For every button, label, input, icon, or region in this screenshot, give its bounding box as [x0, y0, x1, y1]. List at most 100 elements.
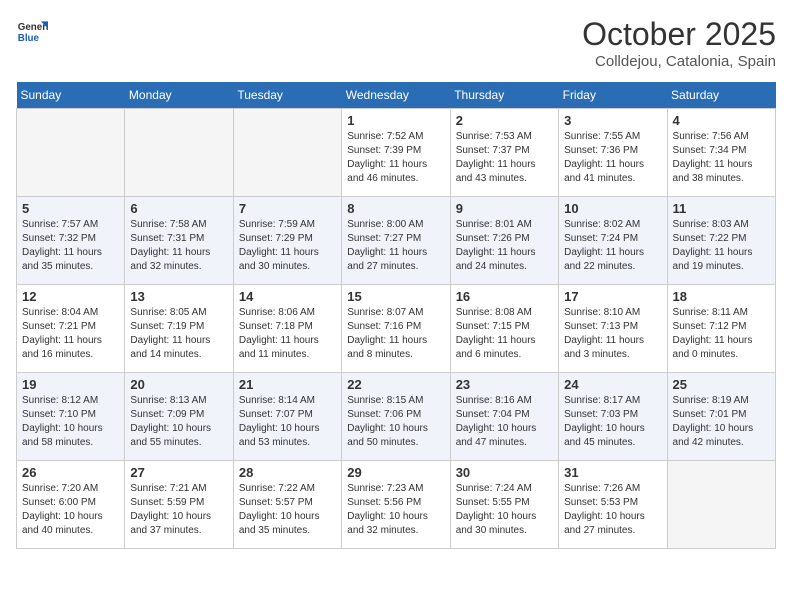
calendar-cell: 7 Sunrise: 7:59 AMSunset: 7:29 PMDayligh…: [233, 197, 341, 285]
cell-info: Sunrise: 7:58 AMSunset: 7:31 PMDaylight:…: [130, 218, 227, 274]
calendar-cell: 23 Sunrise: 8:16 AMSunset: 7:04 PMDaylig…: [450, 373, 558, 461]
calendar-cell: 13 Sunrise: 8:05 AMSunset: 7:19 PMDaylig…: [125, 285, 233, 373]
day-number: 12: [22, 289, 119, 304]
calendar-cell: 10 Sunrise: 8:02 AMSunset: 7:24 PMDaylig…: [559, 197, 667, 285]
header-day-saturday: Saturday: [667, 82, 775, 109]
calendar-cell: 6 Sunrise: 7:58 AMSunset: 7:31 PMDayligh…: [125, 197, 233, 285]
calendar-cell: 8 Sunrise: 8:00 AMSunset: 7:27 PMDayligh…: [342, 197, 450, 285]
week-row-3: 12 Sunrise: 8:04 AMSunset: 7:21 PMDaylig…: [17, 285, 776, 373]
location-title: Colldejou, Catalonia, Spain: [582, 53, 776, 70]
day-number: 25: [673, 377, 770, 392]
calendar-cell: 4 Sunrise: 7:56 AMSunset: 7:34 PMDayligh…: [667, 109, 775, 197]
day-number: 28: [239, 465, 336, 480]
calendar-cell: 18 Sunrise: 8:11 AMSunset: 7:12 PMDaylig…: [667, 285, 775, 373]
cell-info: Sunrise: 7:24 AMSunset: 5:55 PMDaylight:…: [456, 482, 553, 538]
cell-info: Sunrise: 8:02 AMSunset: 7:24 PMDaylight:…: [564, 218, 661, 274]
calendar-cell: 21 Sunrise: 8:14 AMSunset: 7:07 PMDaylig…: [233, 373, 341, 461]
day-number: 30: [456, 465, 553, 480]
day-number: 5: [22, 201, 119, 216]
header-day-wednesday: Wednesday: [342, 82, 450, 109]
calendar-cell: 31 Sunrise: 7:26 AMSunset: 5:53 PMDaylig…: [559, 461, 667, 549]
day-number: 21: [239, 377, 336, 392]
cell-info: Sunrise: 7:20 AMSunset: 6:00 PMDaylight:…: [22, 482, 119, 538]
cell-info: Sunrise: 8:07 AMSunset: 7:16 PMDaylight:…: [347, 306, 444, 362]
calendar-cell: 15 Sunrise: 8:07 AMSunset: 7:16 PMDaylig…: [342, 285, 450, 373]
header-row: SundayMondayTuesdayWednesdayThursdayFrid…: [17, 82, 776, 109]
calendar-cell: [125, 109, 233, 197]
calendar-cell: 16 Sunrise: 8:08 AMSunset: 7:15 PMDaylig…: [450, 285, 558, 373]
day-number: 7: [239, 201, 336, 216]
calendar-cell: 9 Sunrise: 8:01 AMSunset: 7:26 PMDayligh…: [450, 197, 558, 285]
day-number: 11: [673, 201, 770, 216]
day-number: 2: [456, 113, 553, 128]
day-number: 22: [347, 377, 444, 392]
cell-info: Sunrise: 7:22 AMSunset: 5:57 PMDaylight:…: [239, 482, 336, 538]
cell-info: Sunrise: 8:12 AMSunset: 7:10 PMDaylight:…: [22, 394, 119, 450]
cell-info: Sunrise: 7:21 AMSunset: 5:59 PMDaylight:…: [130, 482, 227, 538]
day-number: 18: [673, 289, 770, 304]
svg-text:Blue: Blue: [18, 33, 40, 44]
day-number: 16: [456, 289, 553, 304]
day-number: 29: [347, 465, 444, 480]
day-number: 19: [22, 377, 119, 392]
calendar-table: SundayMondayTuesdayWednesdayThursdayFrid…: [16, 82, 776, 549]
cell-info: Sunrise: 7:57 AMSunset: 7:32 PMDaylight:…: [22, 218, 119, 274]
day-number: 14: [239, 289, 336, 304]
cell-info: Sunrise: 8:13 AMSunset: 7:09 PMDaylight:…: [130, 394, 227, 450]
day-number: 4: [673, 113, 770, 128]
day-number: 9: [456, 201, 553, 216]
header-day-thursday: Thursday: [450, 82, 558, 109]
cell-info: Sunrise: 8:19 AMSunset: 7:01 PMDaylight:…: [673, 394, 770, 450]
calendar-cell: 14 Sunrise: 8:06 AMSunset: 7:18 PMDaylig…: [233, 285, 341, 373]
day-number: 8: [347, 201, 444, 216]
cell-info: Sunrise: 8:03 AMSunset: 7:22 PMDaylight:…: [673, 218, 770, 274]
calendar-cell: 29 Sunrise: 7:23 AMSunset: 5:56 PMDaylig…: [342, 461, 450, 549]
day-number: 6: [130, 201, 227, 216]
calendar-cell: 3 Sunrise: 7:55 AMSunset: 7:36 PMDayligh…: [559, 109, 667, 197]
day-number: 3: [564, 113, 661, 128]
calendar-cell: 1 Sunrise: 7:52 AMSunset: 7:39 PMDayligh…: [342, 109, 450, 197]
cell-info: Sunrise: 8:05 AMSunset: 7:19 PMDaylight:…: [130, 306, 227, 362]
calendar-cell: 30 Sunrise: 7:24 AMSunset: 5:55 PMDaylig…: [450, 461, 558, 549]
calendar-cell: [17, 109, 125, 197]
calendar-cell: [233, 109, 341, 197]
cell-info: Sunrise: 7:52 AMSunset: 7:39 PMDaylight:…: [347, 130, 444, 186]
calendar-cell: 24 Sunrise: 8:17 AMSunset: 7:03 PMDaylig…: [559, 373, 667, 461]
calendar-cell: 27 Sunrise: 7:21 AMSunset: 5:59 PMDaylig…: [125, 461, 233, 549]
cell-info: Sunrise: 8:04 AMSunset: 7:21 PMDaylight:…: [22, 306, 119, 362]
week-row-1: 1 Sunrise: 7:52 AMSunset: 7:39 PMDayligh…: [17, 109, 776, 197]
header-day-friday: Friday: [559, 82, 667, 109]
cell-info: Sunrise: 8:15 AMSunset: 7:06 PMDaylight:…: [347, 394, 444, 450]
day-number: 24: [564, 377, 661, 392]
cell-info: Sunrise: 8:11 AMSunset: 7:12 PMDaylight:…: [673, 306, 770, 362]
calendar-cell: 26 Sunrise: 7:20 AMSunset: 6:00 PMDaylig…: [17, 461, 125, 549]
cell-info: Sunrise: 8:00 AMSunset: 7:27 PMDaylight:…: [347, 218, 444, 274]
cell-info: Sunrise: 8:06 AMSunset: 7:18 PMDaylight:…: [239, 306, 336, 362]
cell-info: Sunrise: 8:10 AMSunset: 7:13 PMDaylight:…: [564, 306, 661, 362]
page-header: General Blue October 2025 Colldejou, Cat…: [16, 16, 776, 70]
cell-info: Sunrise: 7:26 AMSunset: 5:53 PMDaylight:…: [564, 482, 661, 538]
cell-info: Sunrise: 8:16 AMSunset: 7:04 PMDaylight:…: [456, 394, 553, 450]
calendar-cell: 19 Sunrise: 8:12 AMSunset: 7:10 PMDaylig…: [17, 373, 125, 461]
month-title: October 2025: [582, 16, 776, 53]
day-number: 27: [130, 465, 227, 480]
cell-info: Sunrise: 7:59 AMSunset: 7:29 PMDaylight:…: [239, 218, 336, 274]
day-number: 15: [347, 289, 444, 304]
day-number: 23: [456, 377, 553, 392]
cell-info: Sunrise: 8:01 AMSunset: 7:26 PMDaylight:…: [456, 218, 553, 274]
calendar-cell: 11 Sunrise: 8:03 AMSunset: 7:22 PMDaylig…: [667, 197, 775, 285]
day-number: 26: [22, 465, 119, 480]
day-number: 13: [130, 289, 227, 304]
week-row-4: 19 Sunrise: 8:12 AMSunset: 7:10 PMDaylig…: [17, 373, 776, 461]
day-number: 1: [347, 113, 444, 128]
cell-info: Sunrise: 8:14 AMSunset: 7:07 PMDaylight:…: [239, 394, 336, 450]
cell-info: Sunrise: 8:17 AMSunset: 7:03 PMDaylight:…: [564, 394, 661, 450]
calendar-cell: 17 Sunrise: 8:10 AMSunset: 7:13 PMDaylig…: [559, 285, 667, 373]
logo: General Blue: [16, 16, 48, 48]
calendar-cell: 28 Sunrise: 7:22 AMSunset: 5:57 PMDaylig…: [233, 461, 341, 549]
header-day-monday: Monday: [125, 82, 233, 109]
cell-info: Sunrise: 8:08 AMSunset: 7:15 PMDaylight:…: [456, 306, 553, 362]
day-number: 31: [564, 465, 661, 480]
day-number: 20: [130, 377, 227, 392]
calendar-cell: 22 Sunrise: 8:15 AMSunset: 7:06 PMDaylig…: [342, 373, 450, 461]
